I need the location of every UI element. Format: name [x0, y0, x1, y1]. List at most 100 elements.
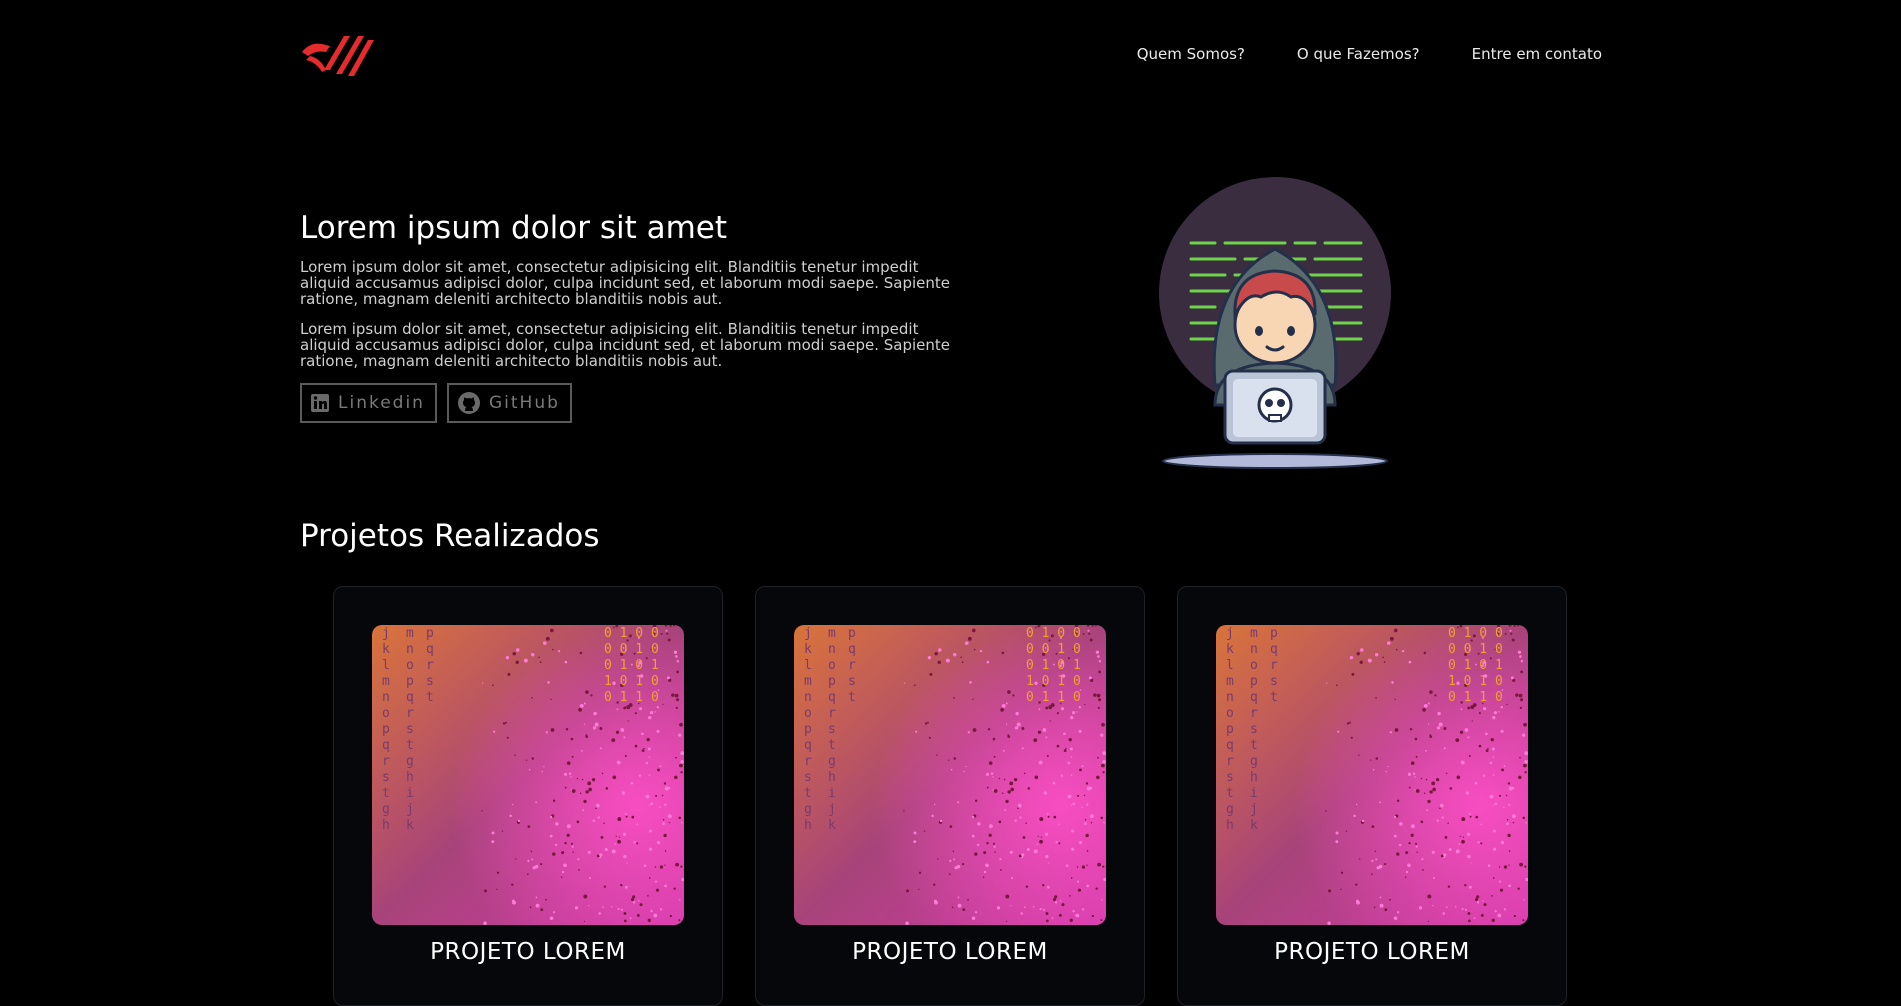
- glitter-dot: [540, 908, 544, 912]
- glitter-dot: [994, 851, 996, 853]
- glitter-dot: [570, 737, 574, 741]
- glitter-dot: [1445, 772, 1448, 775]
- glitter-dot: [1096, 693, 1101, 698]
- glitter-dot: [563, 772, 568, 776]
- glitter-dot: [512, 652, 516, 656]
- glitter-dot: [1410, 833, 1414, 837]
- glitter-dot: [483, 921, 487, 925]
- glitter-dot: [545, 731, 548, 734]
- glitter-dot: [1046, 812, 1049, 815]
- glitter-dot: [615, 835, 617, 837]
- glitter-dot: [1097, 862, 1102, 867]
- glitter-dot: [1069, 747, 1073, 751]
- glitter-dot: [541, 770, 543, 773]
- glitter-dot: [1461, 839, 1465, 844]
- glitter-dot: [639, 903, 643, 907]
- glitter-dot: [576, 820, 580, 824]
- glitter-dot: [996, 906, 1001, 910]
- project-card[interactable]: jklmnopqrstghmnopqrstghijkpqrst0 1 0 00 …: [755, 586, 1145, 1006]
- glitter-dot: [953, 653, 957, 657]
- glitter-dot: [552, 799, 556, 802]
- glitter-dot: [1379, 896, 1382, 899]
- hero-title: Lorem ipsum dolor sit amet: [300, 210, 728, 246]
- binary-glyph: 0 1 1 0: [604, 690, 659, 705]
- glitter-dot: [1071, 847, 1075, 851]
- nav-link-quem-somos[interactable]: Quem Somos?: [1137, 45, 1245, 63]
- glitter-dot: [1398, 843, 1402, 847]
- glitter-dot: [1464, 908, 1467, 911]
- glitter-dot: [1444, 835, 1448, 839]
- matrix-glyph: i: [1250, 786, 1258, 801]
- glitter-dot: [512, 900, 516, 905]
- linkedin-button[interactable]: Linkedin: [300, 383, 437, 424]
- glitter-dot: [1467, 854, 1471, 859]
- glitter-dot: [1090, 821, 1093, 824]
- brand-logo[interactable]: [300, 30, 374, 78]
- matrix-glyph: j: [1226, 626, 1234, 641]
- glitter-dot: [649, 847, 653, 851]
- glitter-dot: [1509, 629, 1512, 632]
- glitter-dot: [1086, 864, 1088, 866]
- project-card[interactable]: jklmnopqrstghmnopqrstghijkpqrst0 1 0 00 …: [333, 586, 723, 1006]
- glitter-dot: [683, 628, 684, 630]
- glitter-dot: [992, 842, 996, 845]
- glitter-dot: [1458, 843, 1460, 845]
- glitter-dot: [1518, 693, 1523, 698]
- glitter-dot: [664, 864, 666, 866]
- glitter-dot: [1016, 722, 1021, 727]
- glitter-dot: [1432, 905, 1434, 907]
- nav-link-contato[interactable]: Entre em contato: [1472, 45, 1602, 63]
- matrix-glyph: r: [382, 754, 390, 769]
- glitter-dot: [1335, 840, 1339, 844]
- glitter-dot: [667, 814, 672, 819]
- github-button[interactable]: GitHub: [446, 383, 572, 424]
- glitter-dot: [1462, 836, 1465, 838]
- matrix-glyph: i: [828, 786, 836, 801]
- glitter-dot: [1468, 885, 1472, 889]
- glitter-dot: [1023, 772, 1026, 775]
- glitter-dot: [624, 885, 628, 889]
- glitter-dot: [950, 768, 953, 771]
- matrix-glyph: s: [382, 770, 390, 785]
- glitter-dot: [676, 670, 680, 674]
- glitter-dot: [1478, 712, 1481, 715]
- glitter-dot: [1079, 768, 1082, 772]
- glitter-dot: [1523, 722, 1527, 727]
- glitter-dot: [618, 836, 621, 838]
- glitter-dot: [662, 818, 665, 821]
- glitter-dot: [654, 880, 658, 883]
- glitter-dot: [617, 839, 621, 844]
- glitter-dot: [590, 694, 593, 697]
- glitter-dot: [1456, 775, 1461, 780]
- glitter-dot: [530, 850, 533, 853]
- glitter-dot: [1089, 814, 1094, 819]
- glitter-dot: [1026, 847, 1030, 851]
- glitter-dot: [674, 693, 679, 698]
- glitter-dot: [1492, 715, 1496, 720]
- hero-paragraph: Lorem ipsum dolor sit amet, consectetur …: [300, 320, 951, 371]
- matrix-glyph: n: [804, 690, 812, 705]
- glitter-dot: [1446, 906, 1448, 908]
- glitter-dot: [578, 708, 582, 712]
- glitter-dot: [1087, 629, 1090, 632]
- glitter-dot: [1420, 777, 1423, 780]
- glitter-dot: [1467, 919, 1471, 923]
- glitter-dot: [1503, 806, 1505, 809]
- matrix-glyph: r: [828, 706, 836, 721]
- glitter-dot: [1045, 854, 1049, 859]
- glitter-dot: [680, 865, 683, 868]
- matrix-glyph: q: [804, 738, 812, 753]
- matrix-glyph: s: [804, 770, 812, 785]
- glitter-dot: [1346, 722, 1350, 725]
- glitter-dot: [668, 821, 671, 824]
- glitter-dot: [986, 786, 989, 789]
- glitter-dot: [531, 696, 533, 699]
- glitter-dot: [1078, 841, 1083, 845]
- glitter-dot: [934, 900, 938, 905]
- glitter-dot: [1070, 829, 1074, 833]
- nav-link-o-que-fazemos[interactable]: O que Fazemos?: [1297, 45, 1420, 63]
- glitter-dot: [1100, 919, 1103, 922]
- glitter-dot: [596, 803, 600, 808]
- binary-glyph: 1 0 1 0: [604, 674, 659, 689]
- project-card[interactable]: jklmnopqrstghmnopqrstghijkpqrst0 1 0 00 …: [1177, 586, 1567, 1006]
